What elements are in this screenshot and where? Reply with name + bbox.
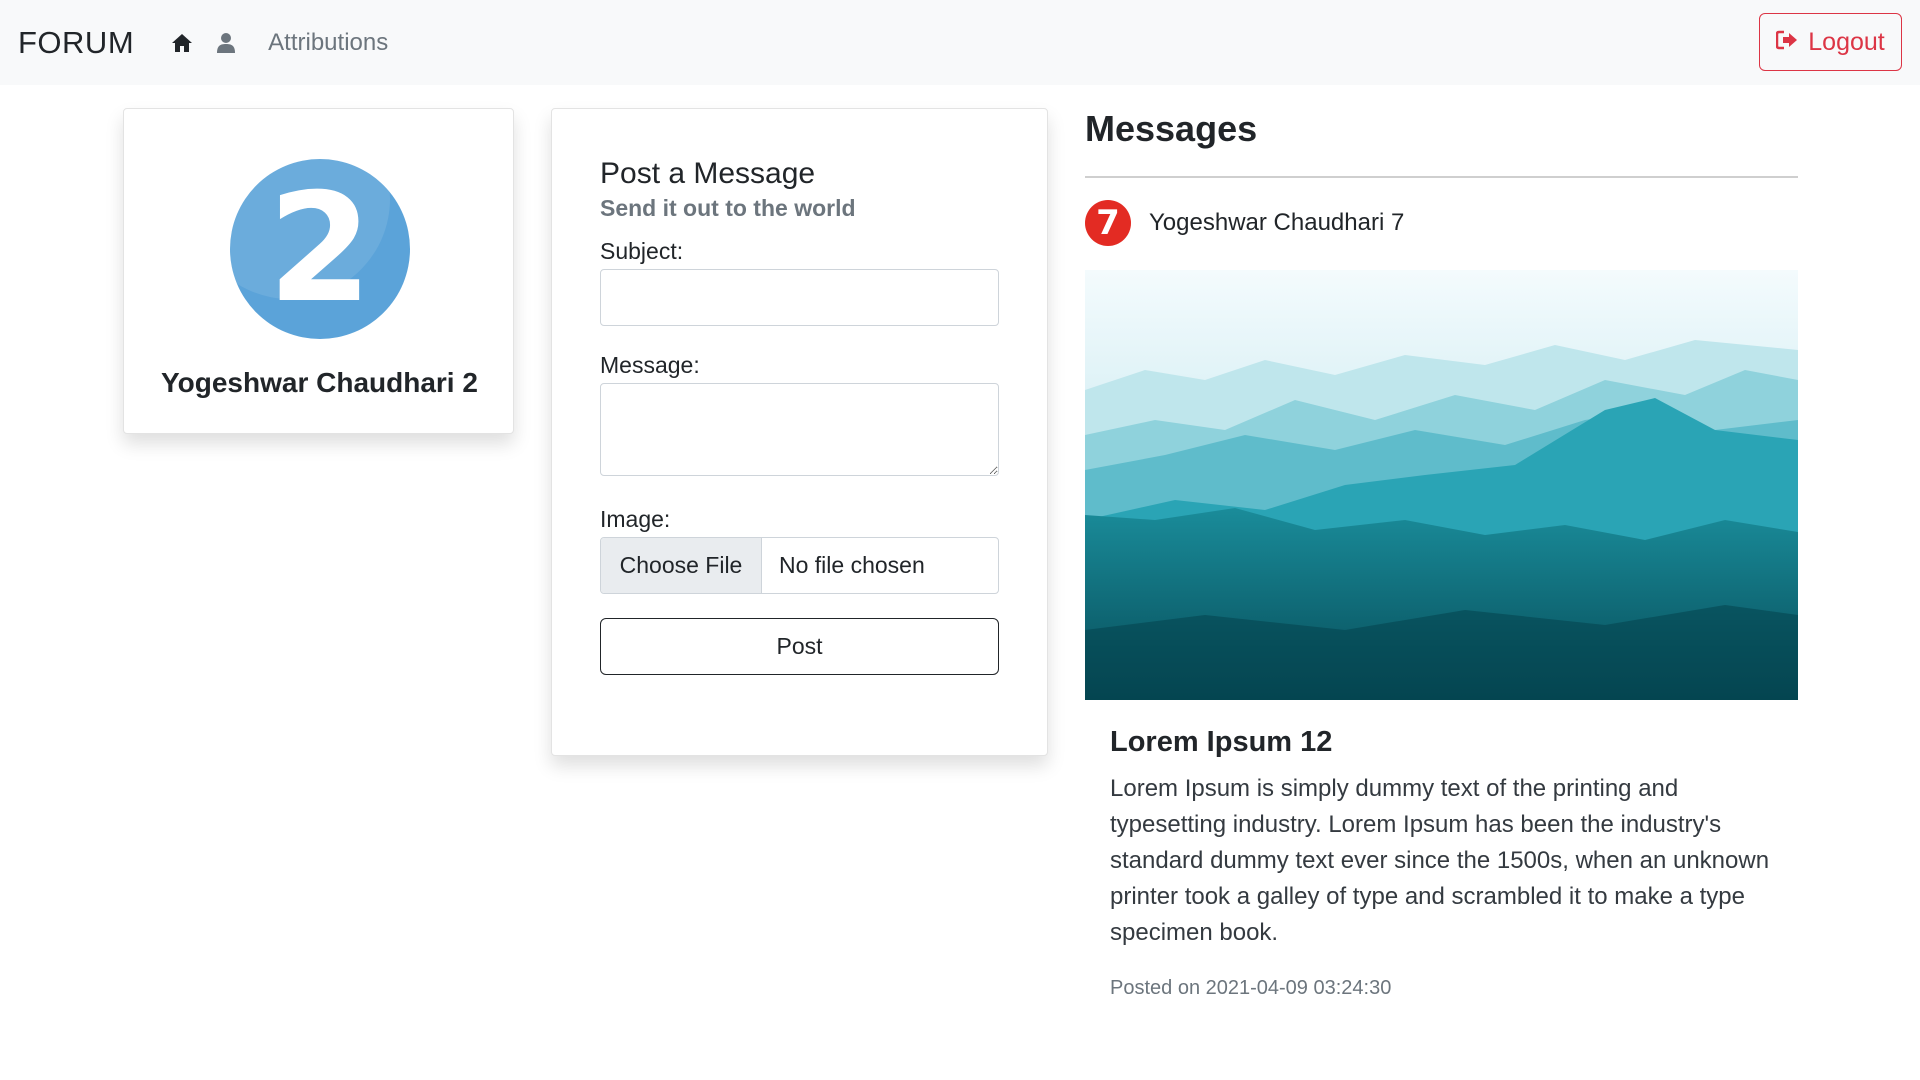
profile-name: Yogeshwar Chaudhari 2 <box>161 367 478 398</box>
subject-label: Subject: <box>600 238 684 264</box>
messages-divider <box>1085 176 1798 178</box>
message-item: 7 Yogeshwar Chaudhari 7 Lorem Ipsum 12 L… <box>1085 200 1798 1000</box>
message-text: Lorem Ipsum is simply dummy text of the … <box>1110 775 1770 946</box>
subject-input[interactable] <box>600 269 999 326</box>
choose-file-button[interactable]: Choose File <box>601 538 762 593</box>
post-button[interactable]: Post <box>600 618 999 675</box>
messages-section: Messages 7 Yogeshwar Chaudhari 7 Lorem I… <box>1085 108 1798 1000</box>
post-message-card: Post a Message Send it out to the world … <box>551 108 1048 756</box>
message-date: Posted on 2021-04-09 03:24:30 <box>1110 977 1392 999</box>
image-file-input[interactable]: Choose File No file chosen <box>600 537 999 594</box>
message-title: Lorem Ipsum 12 <box>1110 726 1333 758</box>
author-name: Yogeshwar Chaudhari 7 <box>1149 209 1405 236</box>
message-textarea[interactable] <box>600 383 999 476</box>
user-icon[interactable] <box>214 31 238 55</box>
post-form-subtitle: Send it out to the world <box>600 195 856 221</box>
navbar: FORUM Attributions Logout <box>0 0 1920 85</box>
logout-label: Logout <box>1808 27 1885 56</box>
image-label: Image: <box>600 506 671 532</box>
brand-logo[interactable]: FORUM <box>18 25 134 61</box>
author-avatar: 7 <box>1085 200 1131 246</box>
message-author: 7 Yogeshwar Chaudhari 7 <box>1085 200 1798 246</box>
avatar-digit: 2 <box>267 162 373 336</box>
logout-button[interactable]: Logout <box>1759 13 1902 71</box>
sign-out-icon <box>1776 28 1798 57</box>
file-status: No file chosen <box>779 552 925 578</box>
message-image <box>1085 270 1798 700</box>
avatar: 2 <box>230 159 410 339</box>
nav-link-attributions[interactable]: Attributions <box>268 29 388 57</box>
message-label: Message: <box>600 352 700 378</box>
messages-heading: Messages <box>1085 108 1258 149</box>
home-icon[interactable] <box>170 31 194 55</box>
message-body: Lorem Ipsum 12 Lorem Ipsum is simply dum… <box>1085 726 1798 1000</box>
profile-card: 2 Yogeshwar Chaudhari 2 <box>123 108 514 434</box>
post-form-title: Post a Message <box>600 157 816 190</box>
